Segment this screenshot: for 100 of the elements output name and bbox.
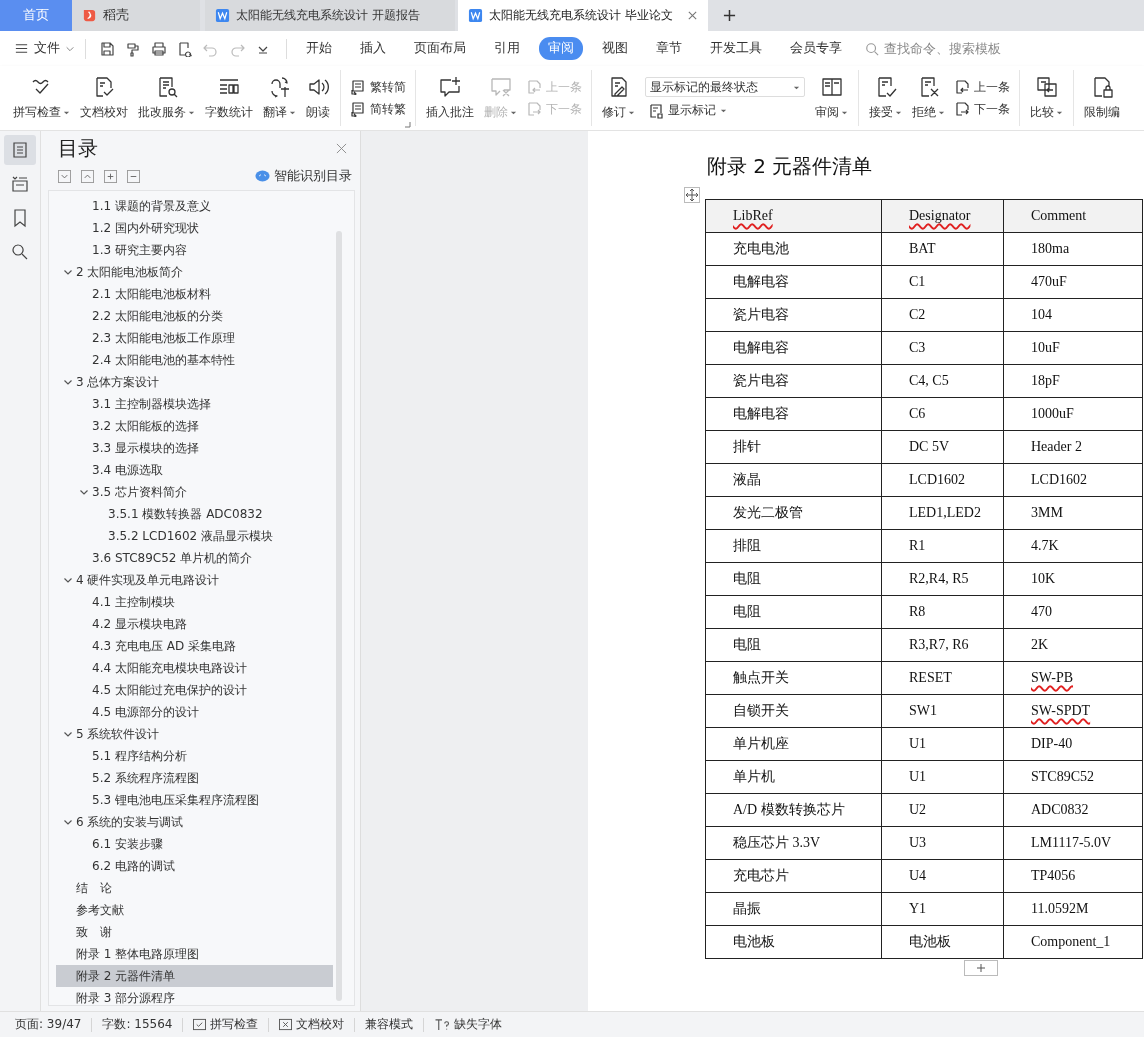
outline-item[interactable]: 4.3 充电电压 AD 采集电路 xyxy=(56,635,333,657)
status-button[interactable]: 文档校对 xyxy=(274,1016,350,1033)
outline-item[interactable]: 6.2 电路的调试 xyxy=(56,855,333,877)
outline-item[interactable]: 1.2 国内外研究现状 xyxy=(56,217,333,239)
add-level-icon[interactable] xyxy=(104,169,117,183)
scrollbar-thumb[interactable] xyxy=(336,231,342,1001)
table-cell-text: 电解电容 xyxy=(733,339,789,357)
table-cell-text: STC89C52 xyxy=(1031,769,1094,786)
outline-item[interactable]: 4.4 太阳能充电模块电路设计 xyxy=(56,657,333,679)
chevron-down-icon[interactable] xyxy=(79,487,89,497)
ribbon-button[interactable]: 文档校对 xyxy=(76,66,132,130)
ribbon-button[interactable]: 比较 xyxy=(1026,66,1067,130)
ribbon-tab[interactable]: 插入 xyxy=(351,37,395,60)
remove-level-icon[interactable] xyxy=(127,169,140,183)
ribbon-tab[interactable]: 章节 xyxy=(647,37,691,60)
next-icon xyxy=(954,101,970,117)
outline-item[interactable]: 3.5.1 模数转换器 ADC0832 xyxy=(56,503,333,525)
chevron-down-icon[interactable] xyxy=(63,377,73,387)
outline-item[interactable]: 附录 2 元器件清单 xyxy=(56,965,333,987)
outline-item[interactable]: 6 系统的安装与调试 xyxy=(56,811,333,833)
outline-item[interactable]: 5.3 锂电池电压采集程序流程图 xyxy=(56,789,333,811)
outline-item[interactable]: 4.5 电源部分的设计 xyxy=(56,701,333,723)
ribbon-button[interactable]: 翻译 xyxy=(259,66,300,130)
outline-item[interactable]: 3.3 显示模块的选择 xyxy=(56,437,333,459)
outline-item[interactable]: 3.5.2 LCD1602 液晶显示模块 xyxy=(56,525,333,547)
outline-item[interactable]: 6.1 安装步骤 xyxy=(56,833,333,855)
ribbon-tab[interactable]: 开发工具 xyxy=(701,37,771,60)
outline-item[interactable]: 致 谢 xyxy=(56,921,333,943)
chevron-down-icon[interactable] xyxy=(63,267,73,277)
document-tab[interactable]: 稻壳 xyxy=(72,0,200,31)
save-icon[interactable] xyxy=(99,40,115,57)
ribbon-tab[interactable]: 页面布局 xyxy=(405,37,475,60)
ribbon-tab[interactable]: 引用 xyxy=(485,37,529,60)
outline-item[interactable]: 3.2 太阳能板的选择 xyxy=(56,415,333,437)
ribbon-small-button[interactable]: 繁转简 xyxy=(347,78,409,96)
outline-item[interactable]: 1.1 课题的背景及意义 xyxy=(56,195,333,217)
ribbon-button[interactable]: 插入批注 xyxy=(422,66,478,130)
ribbon-button[interactable]: 限制编 xyxy=(1080,66,1124,130)
ribbon-tab[interactable]: 会员专享 xyxy=(781,37,851,60)
document-tab[interactable]: 太阳能无线充电系统设计 开题报告 xyxy=(205,0,455,31)
chevron-down-icon[interactable] xyxy=(63,575,73,585)
status-button[interactable]: 拼写检查 xyxy=(188,1016,264,1033)
outline-item[interactable]: 参考文献 xyxy=(56,899,333,921)
document-tab[interactable]: 太阳能无线充电系统设计 毕业论文 xyxy=(458,0,708,31)
ribbon-small-button[interactable]: 简转繁 xyxy=(347,100,409,118)
ribbon-small-button[interactable]: 显示标记 xyxy=(645,102,730,119)
print-preview-icon[interactable] xyxy=(177,40,193,57)
ribbon-button[interactable]: 朗读 xyxy=(302,66,334,130)
table-cell-text: LCD1602 xyxy=(1031,472,1087,489)
outline-item[interactable]: 5 系统软件设计 xyxy=(56,723,333,745)
outline-item[interactable]: 3.5 芯片资料简介 xyxy=(56,481,333,503)
ribbon-small-button[interactable]: 上一条 xyxy=(951,78,1013,96)
outline-item[interactable]: 1.3 研究主要内容 xyxy=(56,239,333,261)
ribbon-small-button[interactable]: 下一条 xyxy=(951,100,1013,118)
add-tab-icon[interactable] xyxy=(723,9,736,22)
move-handle-icon[interactable] xyxy=(684,187,700,203)
outline-item[interactable]: 4.5 太阳能过充电保护的设计 xyxy=(56,679,333,701)
ribbon-button[interactable]: 审阅 xyxy=(811,66,852,130)
outline-item[interactable]: 5.2 系统程序流程图 xyxy=(56,767,333,789)
outline-item[interactable]: 附录 1 整体电路原理图 xyxy=(56,943,333,965)
outline-item[interactable]: 2.3 太阳能电池板工作原理 xyxy=(56,327,333,349)
outline-item[interactable]: 3 总体方案设计 xyxy=(56,371,333,393)
outline-item[interactable]: 5.1 程序结构分析 xyxy=(56,745,333,767)
search-field[interactable]: 查找命令、搜索模板 xyxy=(865,40,1026,57)
ribbon-button[interactable]: 拼写检查 xyxy=(9,66,74,130)
outline-item[interactable]: 4.1 主控制模块 xyxy=(56,591,333,613)
outline-item[interactable]: 3.6 STC89C52 单片机的简介 xyxy=(56,547,333,569)
ribbon-button[interactable]: 接受 xyxy=(865,66,906,130)
outline-item[interactable]: 2.4 太阳能电池的基本特性 xyxy=(56,349,333,371)
outline-item[interactable]: 3.1 主控制器模块选择 xyxy=(56,393,333,415)
outline-item[interactable]: 2.2 太阳能电池板的分类 xyxy=(56,305,333,327)
chevron-down-icon[interactable] xyxy=(63,729,73,739)
outline-item[interactable]: 2.1 太阳能电池板材料 xyxy=(56,283,333,305)
ribbon-button[interactable]: 字数统计 xyxy=(201,66,257,130)
outline-item[interactable]: 附录 3 部分源程序 xyxy=(56,987,333,1009)
print-icon[interactable] xyxy=(151,40,167,57)
outline-tab[interactable] xyxy=(4,135,36,165)
table-cell-text: ADC0832 xyxy=(1031,802,1089,819)
ribbon-tab[interactable]: 开始 xyxy=(297,37,341,60)
close-icon[interactable] xyxy=(336,142,347,154)
brush-icon[interactable] xyxy=(125,40,141,57)
smart-toc-button[interactable]: 智能识别目录 xyxy=(255,167,352,185)
markup-dropdown[interactable]: 显示标记的最终状态 xyxy=(645,77,805,97)
file-menu[interactable]: 文件 xyxy=(14,40,75,57)
ribbon-tab[interactable]: 视图 xyxy=(593,37,637,60)
outline-item[interactable]: 3.4 电源选取 xyxy=(56,459,333,481)
collapse-all-icon[interactable] xyxy=(58,169,71,183)
outline-item[interactable]: 4.2 显示模块电路 xyxy=(56,613,333,635)
outline-item[interactable]: 2 太阳能电池板简介 xyxy=(56,261,333,283)
ribbon-button[interactable]: 批改服务 xyxy=(134,66,199,130)
close-icon[interactable] xyxy=(687,10,698,21)
outline-item[interactable]: 结 论 xyxy=(56,877,333,899)
ribbon-button[interactable]: 修订 xyxy=(598,66,639,130)
table-cell-text: 10uF xyxy=(1031,340,1060,357)
outline-item[interactable]: 4 硬件实现及单元电路设计 xyxy=(56,569,333,591)
status-button[interactable]: 缺失字体 xyxy=(429,1016,508,1033)
expand-up-icon[interactable] xyxy=(81,169,94,183)
ribbon-button[interactable]: 拒绝 xyxy=(908,66,949,130)
table-cell-text: 电解电容 xyxy=(733,273,789,291)
chevron-down-icon[interactable] xyxy=(63,817,73,827)
